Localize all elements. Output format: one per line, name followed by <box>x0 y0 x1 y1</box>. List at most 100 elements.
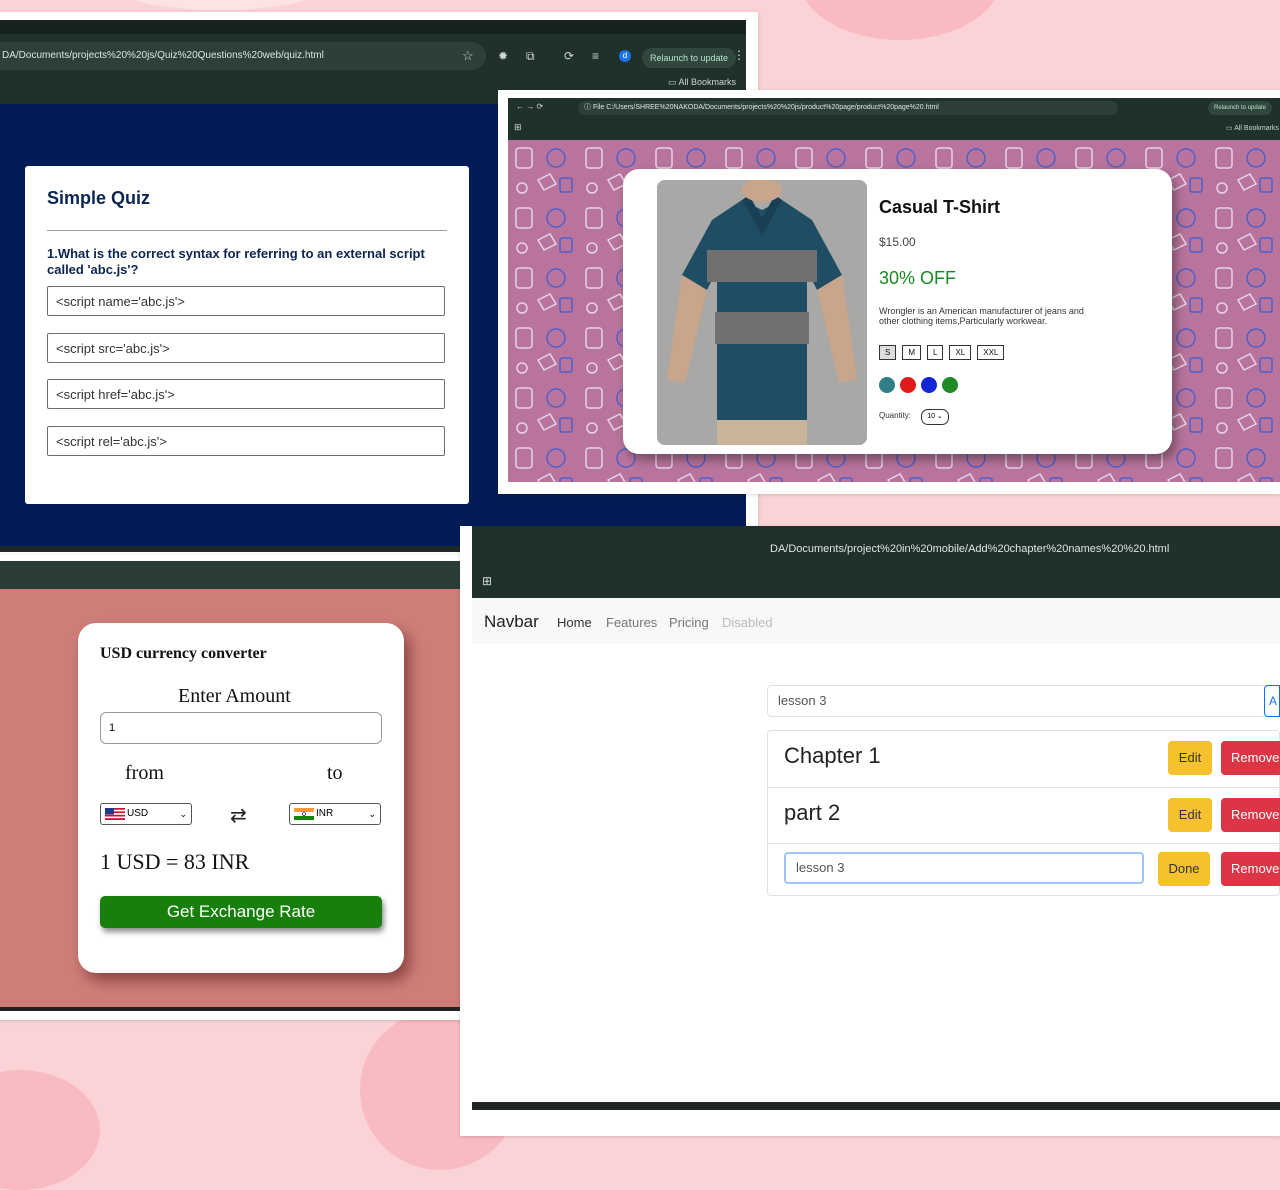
product-name: Casual T-Shirt <box>879 197 1001 217</box>
scrollbar[interactable] <box>0 1007 462 1011</box>
product-screenshot: ← → ⟳ ⓘ File C:/Users/SHREE%20NAKODA/Doc… <box>498 90 1280 494</box>
discount-label: 30% OFF <box>879 268 957 288</box>
answer-option[interactable]: <script href='abc.js'> <box>47 379 445 409</box>
color-swatch[interactable] <box>879 377 895 393</box>
size-option[interactable]: L <box>927 345 944 360</box>
answer-option[interactable]: <script name='abc.js'> <box>47 286 445 316</box>
enter-amount-label: Enter Amount <box>178 685 291 707</box>
converter-card: USD currency converter Enter Amount 1 fr… <box>78 623 404 973</box>
nav-link-pricing[interactable]: Pricing <box>669 615 709 630</box>
profile-avatar[interactable]: d <box>619 50 631 62</box>
quantity-value: 10 <box>927 413 935 420</box>
address-bar[interactable]: DA/Documents/projects%20%20js/Quiz%20Que… <box>0 42 486 70</box>
nav-link-features[interactable]: Features <box>606 615 657 630</box>
menu-dots-icon[interactable]: ⋮ <box>733 48 745 62</box>
apps-icon[interactable]: ⊞ <box>514 122 522 133</box>
us-flag-icon <box>105 808 125 820</box>
chapters-screenshot: DA/Documents/project%20in%20mobile/Add%2… <box>460 526 1280 1136</box>
answer-option[interactable]: <script src='abc.js'> <box>47 333 445 363</box>
all-bookmarks-label: All Bookmarks <box>678 77 737 87</box>
done-button[interactable]: Done <box>1158 852 1210 886</box>
product-card: Casual T-Shirt $15.00 30% OFF Wrongler i… <box>623 169 1172 454</box>
quiz-card: Simple Quiz 1.What is the correct syntax… <box>25 166 469 504</box>
color-swatch[interactable] <box>942 377 958 393</box>
size-option[interactable]: S <box>879 345 897 360</box>
background-blob <box>0 1070 100 1190</box>
media-icon[interactable]: ≡ <box>592 49 599 63</box>
navbar: Navbar Home Features Pricing Disabled <box>472 598 1280 644</box>
product-price: $15.00 <box>879 235 916 249</box>
to-currency-select[interactable]: INR ⌄ <box>289 803 381 825</box>
chapter-page: Navbar Home Features Pricing Disabled le… <box>472 598 1280 1102</box>
product-image <box>657 180 867 445</box>
relaunch-button[interactable]: Relaunch to update <box>1208 101 1273 115</box>
currency-screenshot: USD currency converter Enter Amount 1 fr… <box>0 555 472 1020</box>
amount-input[interactable]: 1 <box>100 712 382 744</box>
chapter-name: part 2 <box>784 800 841 825</box>
nav-link-disabled: Disabled <box>722 615 773 630</box>
size-option[interactable]: M <box>902 345 922 360</box>
chapter-name-input[interactable]: lesson 3 <box>767 685 1280 717</box>
taskbar-strip <box>472 1102 1280 1110</box>
chevron-down-icon: ⌄ <box>179 809 187 819</box>
address-bar[interactable]: ⓘ File C:/Users/SHREE%20NAKODA/Documents… <box>578 101 1118 115</box>
list-item: Chapter 1 Edit Remove <box>768 731 1280 787</box>
file-label: File <box>592 104 605 111</box>
color-options <box>879 377 958 393</box>
list-item: part 2 Edit Remove <box>768 787 1280 843</box>
remove-button[interactable]: Remove <box>1221 741 1280 775</box>
background-blob <box>120 0 320 10</box>
swap-icon[interactable]: ⇄ <box>230 803 247 827</box>
chevron-down-icon: ⌄ <box>368 809 376 819</box>
all-bookmarks-link[interactable]: ▭ All Bookmarks <box>668 77 736 88</box>
size-option[interactable]: XXL <box>977 345 1005 360</box>
from-currency-value: USD <box>127 808 149 819</box>
background-blob <box>800 0 1000 40</box>
browser-toolbar: DA/Documents/project%20in%20mobile/Add%2… <box>472 526 1280 598</box>
from-label: from <box>125 762 164 784</box>
answer-option[interactable]: <script rel='abc.js'> <box>47 426 445 456</box>
remove-button[interactable]: Remove <box>1221 852 1280 886</box>
browser-toolbar: ← → ⟳ ⓘ File C:/Users/SHREE%20NAKODA/Doc… <box>508 98 1280 140</box>
chapter-list: Chapter 1 Edit Remove part 2 Edit Remove… <box>767 730 1280 896</box>
quantity-select[interactable]: 10 ⌄ <box>921 409 949 425</box>
to-label: to <box>327 762 343 784</box>
size-options: S M L XL XXL <box>879 345 1005 360</box>
to-currency-value: INR <box>316 808 334 819</box>
cast-icon[interactable]: ⟳ <box>564 49 574 63</box>
quiz-title: Simple Quiz <box>47 188 151 208</box>
nav-arrows-icon[interactable]: ← → ⟳ <box>516 102 543 111</box>
relaunch-button[interactable]: Relaunch to update <box>642 48 737 68</box>
color-swatch[interactable] <box>921 377 937 393</box>
color-swatch[interactable] <box>900 377 916 393</box>
nav-link-home[interactable]: Home <box>557 615 592 630</box>
puzzle-icon[interactable]: ⧉ <box>526 49 535 64</box>
size-option[interactable]: XL <box>949 345 972 360</box>
question-text: 1.What is the correct syntax for referri… <box>47 246 425 277</box>
edit-button[interactable]: Edit <box>1168 741 1212 775</box>
navbar-brand[interactable]: Navbar <box>484 612 539 632</box>
conversion-result: 1 USD = 83 INR <box>100 849 250 874</box>
edit-chapter-input[interactable]: lesson 3 <box>784 852 1144 884</box>
converter-title: USD currency converter <box>100 645 267 662</box>
edit-button[interactable]: Edit <box>1168 798 1212 832</box>
browser-toolbar <box>0 561 462 589</box>
bookmark-star-icon[interactable]: ☆ <box>462 48 474 64</box>
remove-button[interactable]: Remove <box>1221 798 1280 832</box>
extension-icon[interactable]: ✹ <box>498 49 508 63</box>
india-flag-icon <box>294 808 314 820</box>
address-bar[interactable]: DA/Documents/project%20in%20mobile/Add%2… <box>770 543 1169 555</box>
product-description: Wrongler is an American manufacturer of … <box>879 306 1084 326</box>
quantity-label: Quantity: <box>879 411 912 420</box>
get-exchange-rate-button[interactable]: Get Exchange Rate <box>100 896 382 928</box>
list-item: lesson 3 Done Remove <box>768 843 1280 895</box>
apps-icon[interactable]: ⊞ <box>482 574 492 588</box>
all-bookmarks-link[interactable]: ▭ All Bookmarks <box>1226 124 1279 132</box>
all-bookmarks-label: All Bookmarks <box>1234 125 1279 132</box>
chapter-name: Chapter 1 <box>784 743 881 768</box>
add-button[interactable]: A <box>1264 685 1280 717</box>
divider <box>47 230 447 231</box>
from-currency-select[interactable]: USD ⌄ <box>100 803 192 825</box>
url-text: C:/Users/SHREE%20NAKODA/Documents/projec… <box>606 104 939 111</box>
tab-strip <box>0 20 746 34</box>
